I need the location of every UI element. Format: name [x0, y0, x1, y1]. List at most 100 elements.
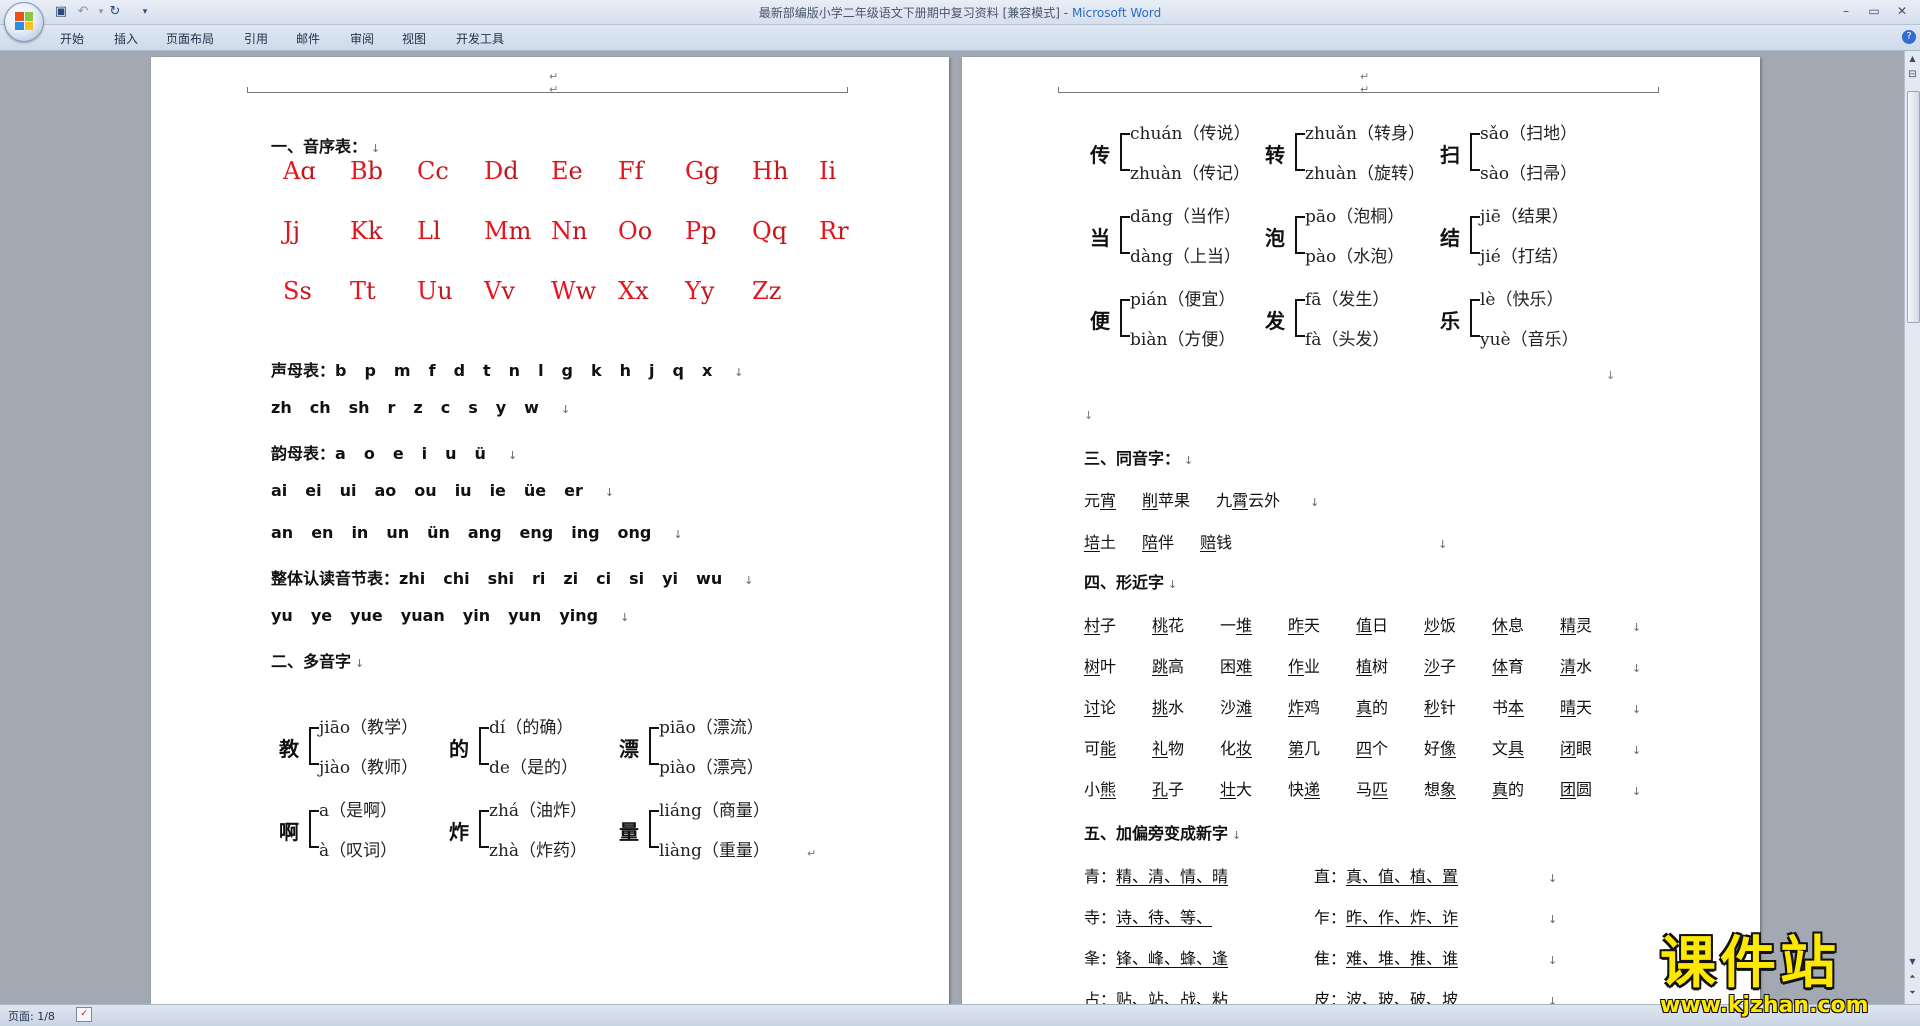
scroll-up-icon[interactable]: ▲ — [1907, 53, 1918, 65]
xingjin-row: 讨论 挑水 沙滩 炸鸡 真的 秒针 书本 晴天 ↓ — [1084, 694, 1641, 718]
watermark-logo: 课件站 www.kjzhan.com — [1660, 918, 1910, 1018]
restore-icon[interactable]: ▭ — [1866, 3, 1882, 19]
word-plain: 个 — [1372, 739, 1389, 758]
radical-label: 乍： — [1314, 908, 1347, 927]
radical-group: 寺：诗、待、等、 — [1084, 904, 1314, 928]
spelling-check-icon[interactable]: ✓ — [76, 1007, 92, 1022]
radical-group: 皮：波、玻、破、坡 — [1314, 986, 1544, 1004]
word-plain: 天 — [1304, 616, 1321, 635]
tab-review[interactable]: 审阅 — [350, 30, 374, 47]
alphabet-letter: Ee — [551, 157, 583, 185]
letter-lower: n — [572, 217, 588, 245]
alphabet-letter: Yy — [685, 277, 714, 305]
word: 赔钱 — [1200, 529, 1232, 553]
word: 书本 — [1492, 694, 1560, 718]
word-plain: 鸡 — [1304, 698, 1321, 717]
letter-upper: C — [417, 157, 436, 185]
tab-view[interactable]: 视图 — [402, 30, 426, 47]
syllable: yuan — [400, 606, 445, 625]
scroll-thumb[interactable] — [1907, 91, 1920, 323]
word-underlined: 象 — [1440, 780, 1457, 799]
margin-corner — [847, 87, 848, 93]
word: 体育 — [1492, 653, 1560, 677]
close-icon[interactable]: ✕ — [1894, 3, 1910, 19]
word-underlined: 炒 — [1424, 616, 1441, 635]
word-underlined: 陪 — [1142, 533, 1159, 552]
duoyin-char: 漂 — [619, 737, 639, 761]
new-characters: 昨、作、炸、诈 — [1346, 908, 1459, 927]
reading-top: zhuǎn（转身） — [1305, 124, 1425, 144]
paragraph-mark: ↓ — [1548, 913, 1558, 926]
ruler-toggle-icon[interactable]: ⊟ — [1907, 69, 1918, 81]
alphabet-letter: Pp — [685, 217, 717, 245]
word: 真的 — [1356, 694, 1424, 718]
tab-page-layout[interactable]: 页面布局 — [166, 30, 214, 47]
reading-bottom: de（是的） — [489, 758, 578, 778]
syllable: ui — [339, 481, 357, 500]
letter-upper: K — [350, 217, 368, 245]
syllable: ying — [559, 606, 599, 625]
syllable: zi — [563, 569, 579, 588]
tab-home[interactable]: 开始 — [60, 30, 84, 47]
tab-mailings[interactable]: 邮件 — [296, 30, 320, 47]
letter-upper: U — [417, 277, 438, 305]
word-plain: 水 — [1168, 698, 1185, 717]
xingjin-row: 可能 礼物 化妆 第几 四个 好像 文具 闭眼 ↓ — [1084, 735, 1641, 759]
word: 炸鸡 — [1288, 694, 1356, 718]
letter-lower: c — [435, 157, 449, 185]
word-plain: 高 — [1168, 657, 1185, 676]
radical-group: 夆：锋、峰、蜂、逢 — [1084, 945, 1314, 969]
letter-upper: R — [819, 217, 838, 245]
duoyin-char: 扫 — [1440, 143, 1460, 167]
word: 作业 — [1288, 653, 1356, 677]
letter-upper: H — [752, 157, 773, 185]
reading-bottom: yuè（音乐） — [1480, 330, 1579, 350]
syllable: si — [629, 569, 645, 588]
reading-bottom: liàng（重量） — [659, 841, 770, 861]
tab-insert[interactable]: 插入 — [114, 30, 138, 47]
minimize-icon[interactable]: – — [1838, 3, 1854, 19]
paragraph-mark: ↓ — [1548, 954, 1558, 967]
tab-references[interactable]: 引用 — [244, 30, 268, 47]
page-count[interactable]: 页面: 1/8 — [8, 1008, 55, 1024]
letter-lower: g — [704, 157, 720, 185]
word-underlined: 礼 — [1152, 739, 1169, 758]
help-icon[interactable]: ? — [1902, 30, 1916, 44]
word: 好像 — [1424, 735, 1492, 759]
word-plain: 一 — [1220, 616, 1237, 635]
syllable: ao — [374, 481, 397, 500]
word-underlined: 宵 — [1100, 491, 1117, 510]
word: 文具 — [1492, 735, 1560, 759]
word: 挑水 — [1152, 694, 1220, 718]
word-plain: 育 — [1508, 657, 1525, 676]
alphabet-letter: Ll — [417, 217, 441, 245]
letter-lower: w — [575, 277, 597, 305]
brace-icon — [1120, 133, 1130, 171]
reading-top: lè（快乐） — [1480, 290, 1564, 310]
letter-upper: S — [283, 277, 300, 305]
letter-upper: A — [283, 157, 301, 185]
tab-developer[interactable]: 开发工具 — [456, 30, 504, 47]
reading-top: jiāo（教学） — [319, 718, 419, 738]
office-button[interactable] — [4, 2, 44, 42]
alphabet-letter: Xx — [618, 277, 649, 305]
vertical-scrollbar[interactable]: ▲ ⊟ ▼ ⏶ ⏷ — [1904, 51, 1920, 1004]
letter-upper: Z — [752, 277, 769, 305]
word: 快递 — [1288, 776, 1356, 800]
pianpang-row: 寺：诗、待、等、 乍：昨、作、炸、诈 ↓ — [1084, 904, 1557, 928]
word-underlined: 真 — [1492, 780, 1509, 799]
word-underlined: 讨 — [1084, 698, 1101, 717]
brace-icon — [649, 727, 659, 765]
reading-bottom: jiào（教师） — [319, 758, 419, 778]
alphabet-letter: Aɑ — [283, 157, 316, 185]
word-underlined: 植 — [1356, 657, 1373, 676]
document-area: ↵ ↵ 一、音序表： ↓ Aɑ Bb Cc Dd Ee Ff Gg Hh Ii Jj Kk Ll Mm Nn O… — [0, 51, 1904, 1004]
letter-lower: ɑ — [300, 157, 316, 185]
word-underlined: 值 — [1356, 616, 1373, 635]
pianpang-row: 青：精、清、情、晴 直：真、值、植、置 ↓ — [1084, 863, 1557, 887]
section-title-5: 五、加偏旁变成新字 ↓ — [1084, 824, 1242, 843]
word-plain: 伴 — [1158, 533, 1175, 552]
letter-lower: d — [503, 157, 519, 185]
margin-corner — [247, 87, 248, 93]
letter-upper: O — [618, 217, 638, 245]
